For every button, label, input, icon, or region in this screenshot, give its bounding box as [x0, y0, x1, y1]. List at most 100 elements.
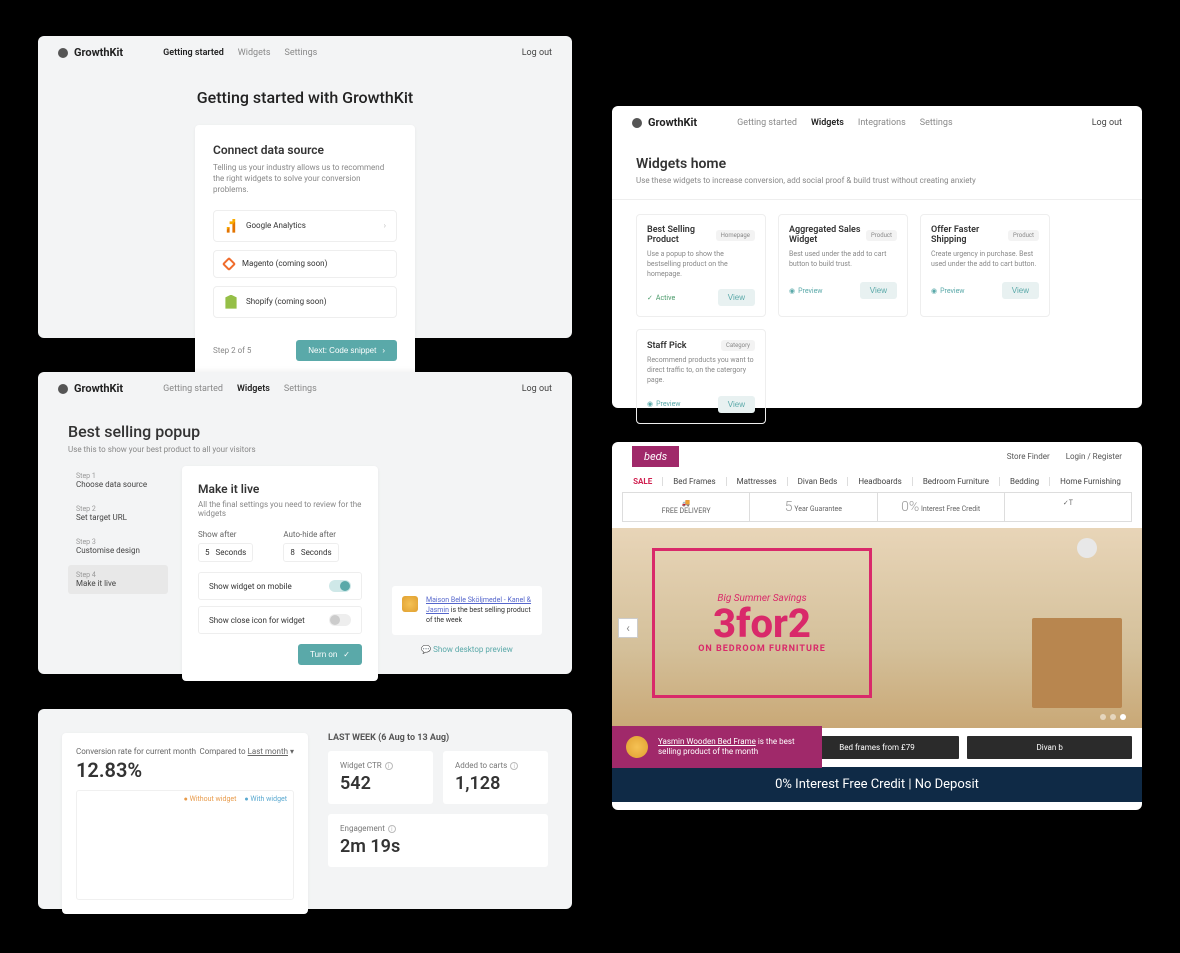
nav-mattresses[interactable]: Mattresses	[726, 477, 777, 486]
nav-widgets[interactable]: Widgets	[238, 48, 271, 58]
eye-icon: ◉	[789, 287, 795, 295]
show-after-input[interactable]: 5	[205, 548, 210, 557]
benefit-strip: 🚚FREE DELIVERY 5 Year Guarantee 0% Inter…	[622, 492, 1132, 522]
logout-link[interactable]: Log out	[522, 48, 552, 58]
ecom-nav: SALE Bed Frames Mattresses Divan Beds He…	[612, 471, 1142, 492]
status-preview[interactable]: ◉Preview	[931, 287, 965, 295]
credit-band: 0% Interest Free Credit | No Deposit	[612, 767, 1142, 802]
store-finder-link[interactable]: Store Finder	[1007, 452, 1050, 461]
toggle-switch[interactable]	[329, 614, 351, 626]
widget-preview: Maison Belle Sköljmedel - Kanel & Jasmin…	[392, 586, 542, 635]
trophy-icon	[626, 736, 648, 758]
field-label: Show after	[198, 530, 253, 539]
nav-divan-beds[interactable]: Divan Beds	[787, 477, 838, 486]
panel-getting-started: GrowthKit Getting started Widgets Settin…	[38, 36, 572, 338]
page-subtitle: Use these widgets to increase conversion…	[636, 176, 1118, 185]
step-4[interactable]: Step 4Make it live	[68, 565, 168, 594]
popup-product-link[interactable]: Yasmin Wooden Bed Frame	[658, 737, 756, 746]
nav-headboards[interactable]: Headboards	[847, 477, 902, 486]
step-3[interactable]: Step 3Customise design	[68, 532, 168, 561]
panel-widget-editor: GrowthKit Getting started Widgets Settin…	[38, 372, 572, 674]
step-1[interactable]: Step 1Choose data source	[68, 466, 168, 495]
cta-divan[interactable]: Divan b	[967, 736, 1132, 759]
nav-bedding[interactable]: Bedding	[999, 477, 1039, 486]
widget-card-best-selling: Best Selling ProductHomepage Use a popup…	[636, 214, 766, 317]
nav-getting-started[interactable]: Getting started	[737, 118, 797, 128]
stat-widget-ctr: Widget CTRi542	[328, 751, 433, 804]
hero-promo: Big Summer Savings 3for2 ON BEDROOM FURN…	[652, 548, 872, 698]
info-icon[interactable]: i	[510, 762, 518, 770]
form-subtitle: All the final settings you need to revie…	[198, 500, 362, 518]
info-icon[interactable]: i	[385, 762, 393, 770]
step-2[interactable]: Step 2Set target URL	[68, 499, 168, 528]
nav-bed-frames[interactable]: Bed Frames	[662, 477, 715, 486]
logout-link[interactable]: Log out	[1092, 118, 1122, 128]
nav-settings[interactable]: Settings	[284, 48, 317, 58]
status-preview[interactable]: ◉Preview	[647, 400, 681, 408]
toggle-mobile[interactable]: Show widget on mobile	[198, 572, 362, 600]
view-button[interactable]: View	[860, 282, 897, 299]
preview-column: Maison Belle Sköljmedel - Kanel & Jasmin…	[392, 466, 542, 681]
main-nav: Getting started Widgets Settings	[163, 48, 317, 58]
stats-column: LAST WEEK (6 Aug to 13 Aug) Widget CTRi5…	[328, 733, 548, 914]
step-progress: Step 2 of 5	[213, 346, 251, 355]
card-title: Connect data source	[213, 143, 397, 157]
google-analytics-icon	[224, 219, 238, 233]
nav-bedroom-furniture[interactable]: Bedroom Furniture	[912, 477, 989, 486]
carousel-dots[interactable]	[1100, 714, 1126, 720]
datasource-magento[interactable]: Magento (coming soon)	[213, 250, 397, 278]
logo: GrowthKit	[58, 382, 123, 395]
eye-icon: ◉	[647, 400, 653, 408]
datasource-shopify[interactable]: Shopify (coming soon)	[213, 286, 397, 318]
widget-grid: Best Selling ProductHomepage Use a popup…	[636, 214, 1118, 424]
comparison-selector[interactable]: Compared to Last month ▾	[199, 747, 294, 756]
nav-widgets[interactable]: Widgets	[237, 384, 270, 394]
nav-home-furnishing[interactable]: Home Furnishing	[1049, 477, 1121, 486]
turn-on-button[interactable]: Turn on✓	[298, 644, 362, 665]
nav-settings[interactable]: Settings	[920, 118, 953, 128]
nav-sale[interactable]: SALE	[633, 477, 652, 486]
legend-without: ● Without widget	[184, 795, 237, 803]
view-button[interactable]: View	[718, 396, 755, 413]
logout-link[interactable]: Log out	[522, 384, 552, 394]
form-card: Make it live All the final settings you …	[182, 466, 378, 681]
chevron-right-icon: ›	[384, 221, 386, 230]
best-selling-popup[interactable]: Yasmin Wooden Bed Frame is the best sell…	[612, 726, 822, 768]
next-button[interactable]: Next: Code snippet›	[296, 340, 397, 361]
check-icon: ✓	[343, 650, 350, 659]
status-preview[interactable]: ◉Preview	[789, 287, 823, 295]
login-register-link[interactable]: Login / Register	[1066, 452, 1122, 461]
toggle-switch[interactable]	[329, 580, 351, 592]
info-icon[interactable]: i	[388, 825, 396, 833]
strip-trust: ✓T	[1005, 493, 1131, 521]
view-button[interactable]: View	[1002, 282, 1039, 299]
toggle-close-icon[interactable]: Show close icon for widget	[198, 606, 362, 634]
logo: GrowthKit	[58, 46, 123, 59]
conversion-chart: ● Without widget ● With widget	[76, 790, 294, 900]
carousel-prev-button[interactable]: ‹	[618, 618, 638, 638]
badge: Product	[866, 230, 897, 241]
shopify-icon	[224, 295, 238, 309]
panel-ecommerce-preview: beds Store Finder Login / Register SALE …	[612, 442, 1142, 810]
datasource-google-analytics[interactable]: Google Analytics›	[213, 210, 397, 242]
auto-hide-input[interactable]: 8	[290, 548, 295, 557]
badge: Category	[721, 340, 755, 351]
store-logo[interactable]: beds	[632, 446, 679, 467]
field-label: Auto-hide after	[283, 530, 338, 539]
nav-getting-started[interactable]: Getting started	[163, 48, 224, 58]
hero-carousel: ‹ Big Summer Savings 3for2 ON BEDROOM FU…	[612, 528, 1142, 728]
badge: Homepage	[716, 230, 755, 241]
auto-hide-field: Auto-hide after 8Seconds	[283, 530, 338, 562]
nav-settings[interactable]: Settings	[284, 384, 317, 394]
eye-icon: ◉	[931, 287, 937, 295]
view-button[interactable]: View	[718, 289, 755, 306]
show-desktop-preview-link[interactable]: 💬 Show desktop preview	[421, 645, 513, 654]
nav-integrations[interactable]: Integrations	[858, 118, 906, 128]
badge: Product	[1008, 230, 1039, 241]
nav-getting-started[interactable]: Getting started	[163, 384, 223, 394]
card-subtitle: Telling us your industry allows us to re…	[213, 162, 397, 196]
nav-widgets[interactable]: Widgets	[811, 118, 844, 128]
conversion-value: 12.83%	[76, 758, 294, 782]
widget-card-aggregated-sales: Aggregated Sales WidgetProduct Best used…	[778, 214, 908, 317]
step-sidebar: Step 1Choose data source Step 2Set targe…	[68, 466, 168, 681]
